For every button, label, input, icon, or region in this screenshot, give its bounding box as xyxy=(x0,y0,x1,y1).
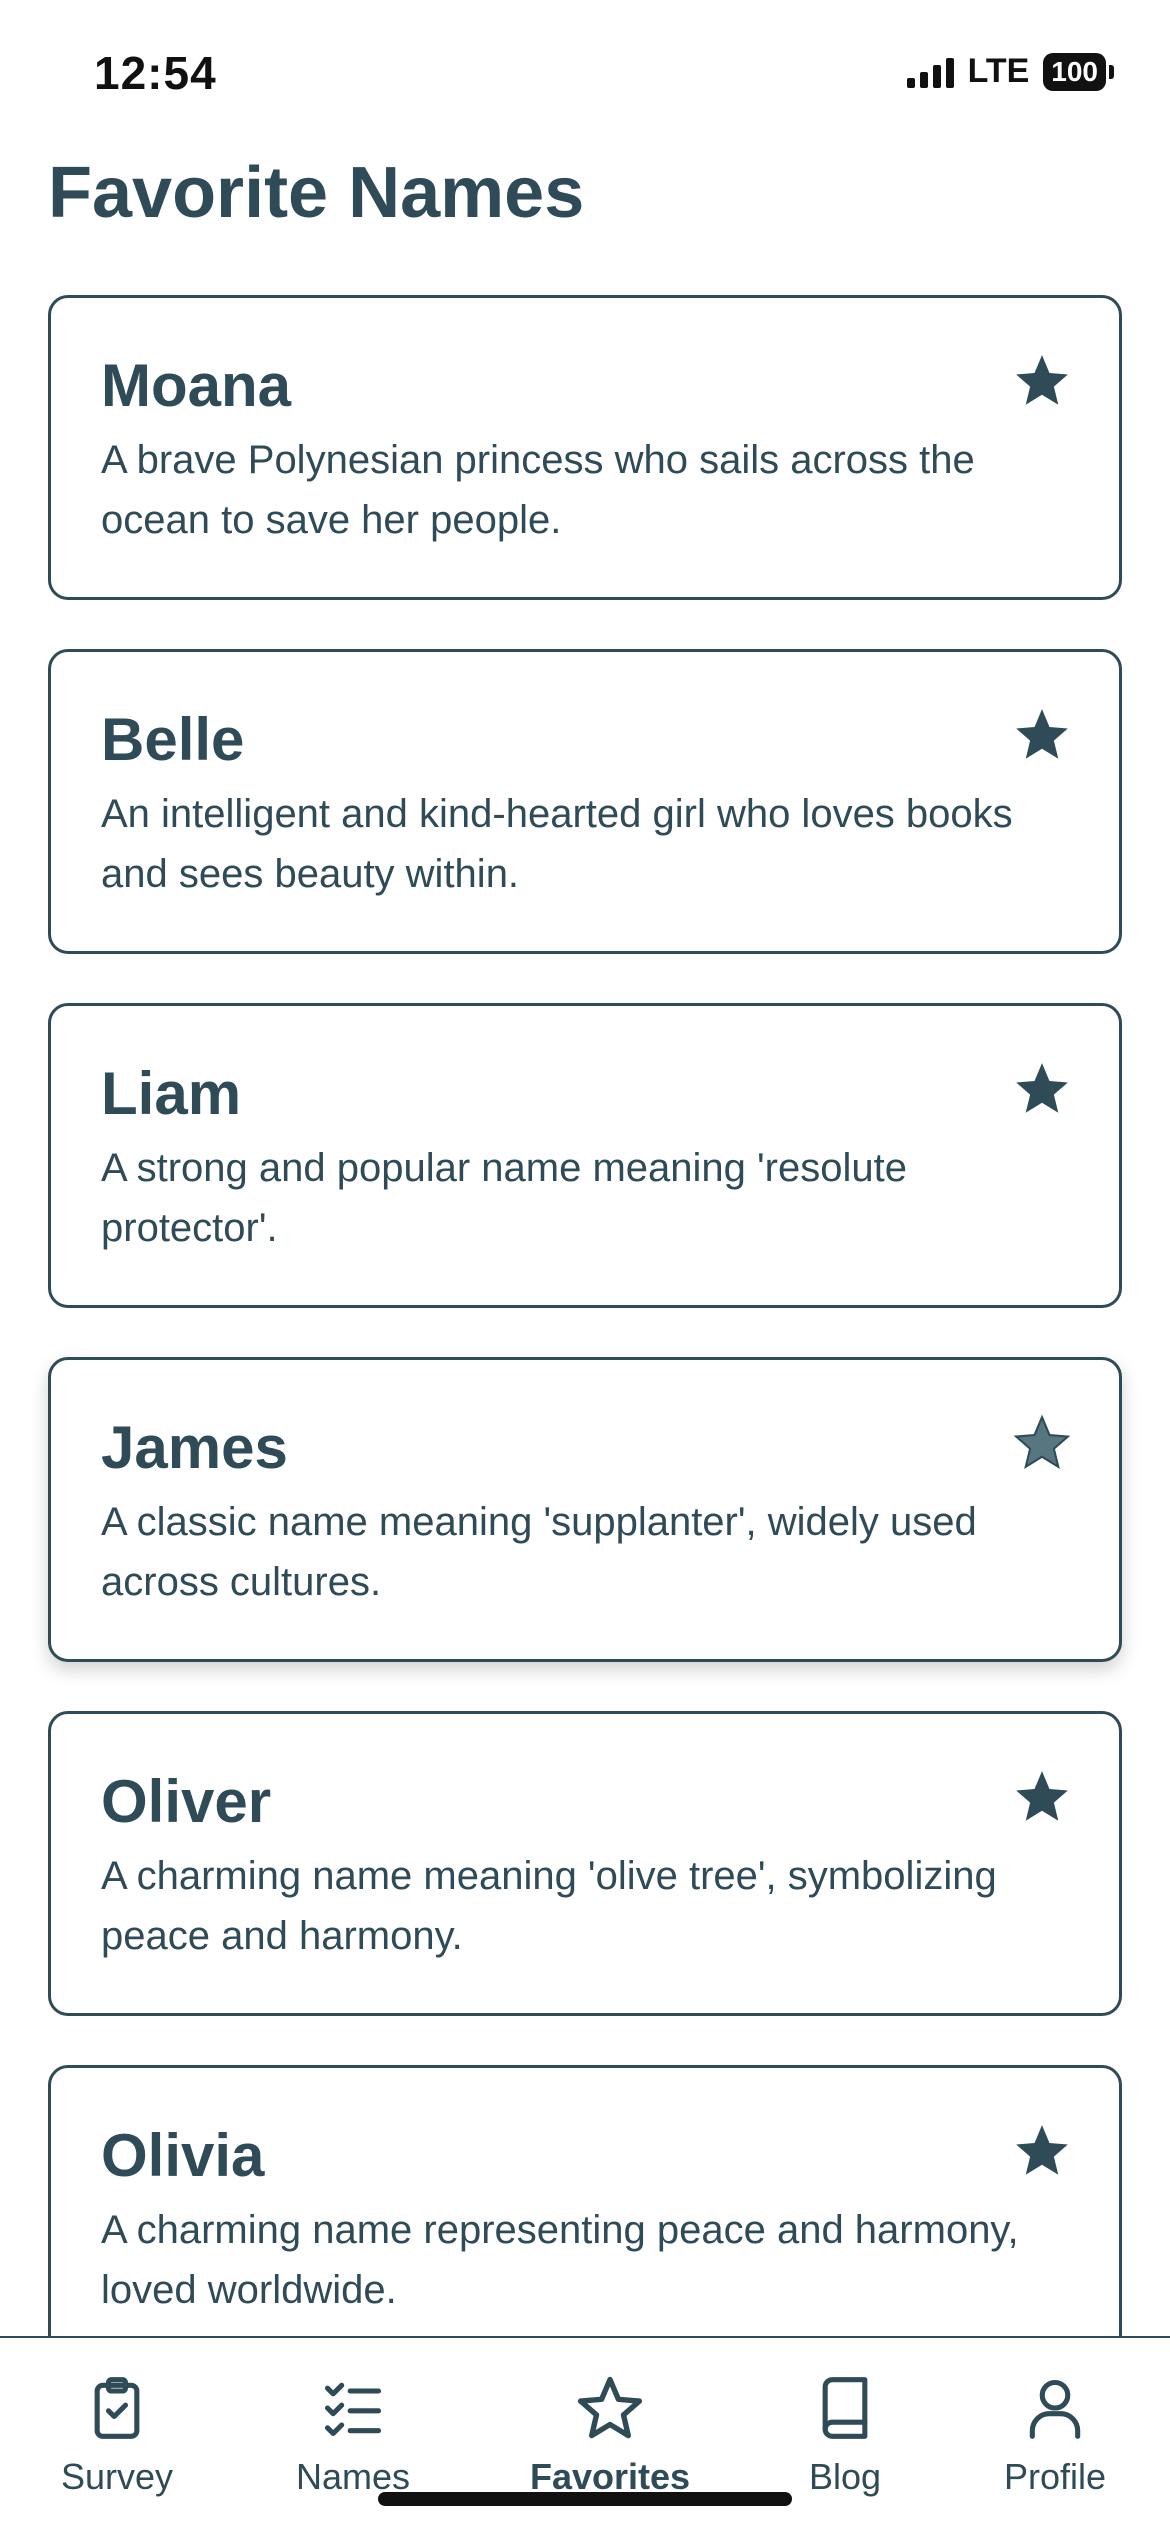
battery-level: 100 xyxy=(1043,52,1106,91)
tab-survey[interactable]: Survey xyxy=(17,2372,217,2498)
card-name: James xyxy=(101,1414,288,1481)
book-icon xyxy=(822,2377,868,2439)
tab-favorites[interactable]: Favorites xyxy=(510,2372,710,2498)
star-filled-icon[interactable] xyxy=(1011,1412,1073,1474)
star-filled-icon[interactable] xyxy=(1011,1766,1073,1828)
page-title: Favorite Names xyxy=(48,153,585,233)
tab-label: Profile xyxy=(1003,2456,1107,2497)
star-filled-icon[interactable] xyxy=(1011,2120,1073,2182)
card-name: Oliver xyxy=(101,1768,272,1835)
card-description: A classic name meaning 'supplanter', wid… xyxy=(101,1500,977,1604)
card-description: A strong and popular name meaning 'resol… xyxy=(101,1146,907,1250)
favorite-card[interactable]: Belle An intelligent and kind-hearted gi… xyxy=(48,649,1122,954)
card-description: A charming name representing peace and h… xyxy=(101,2208,1019,2312)
favorite-card[interactable]: Oliver A charming name meaning 'olive tr… xyxy=(48,1711,1122,2016)
tab-names[interactable]: Names xyxy=(253,2372,453,2498)
favorites-list: Moana A brave Polynesian princess who sa… xyxy=(48,295,1122,2419)
favorite-card[interactable]: Olivia A charming name representing peac… xyxy=(48,2065,1122,2370)
status-bar: 12:54 LTE 100 xyxy=(0,0,1170,150)
tab-profile[interactable]: Profile xyxy=(955,2372,1155,2498)
star-filled-icon[interactable] xyxy=(1011,704,1073,766)
star-filled-icon[interactable] xyxy=(1011,350,1073,412)
tab-label: Survey xyxy=(60,2456,174,2497)
card-description: An intelligent and kind-hearted girl who… xyxy=(101,792,1013,896)
status-time: 12:54 xyxy=(94,47,217,99)
home-indicator xyxy=(378,2492,792,2506)
tab-blog[interactable]: Blog xyxy=(745,2372,945,2498)
card-description: A brave Polynesian princess who sails ac… xyxy=(101,438,975,542)
card-description: A charming name meaning 'olive tree', sy… xyxy=(101,1854,997,1958)
favorite-card[interactable]: James A classic name meaning 'supplanter… xyxy=(48,1357,1122,1662)
card-name: Olivia xyxy=(101,2122,265,2189)
network-label: LTE xyxy=(967,52,1030,90)
signal-icon xyxy=(906,56,954,88)
star-filled-icon[interactable] xyxy=(1011,1058,1073,1120)
battery-icon: 100 xyxy=(1043,52,1114,91)
favorite-card[interactable]: Moana A brave Polynesian princess who sa… xyxy=(48,295,1122,600)
card-name: Moana xyxy=(101,352,292,419)
user-icon xyxy=(1029,2379,1081,2439)
checklist-icon xyxy=(324,2382,382,2437)
card-name: Liam xyxy=(101,1060,242,1127)
clipboard-check-icon xyxy=(94,2377,140,2439)
star-outline-icon xyxy=(577,2376,643,2439)
status-indicators: LTE 100 xyxy=(906,52,1114,91)
card-name: Belle xyxy=(101,706,245,773)
favorite-card[interactable]: Liam A strong and popular name meaning '… xyxy=(48,1003,1122,1308)
